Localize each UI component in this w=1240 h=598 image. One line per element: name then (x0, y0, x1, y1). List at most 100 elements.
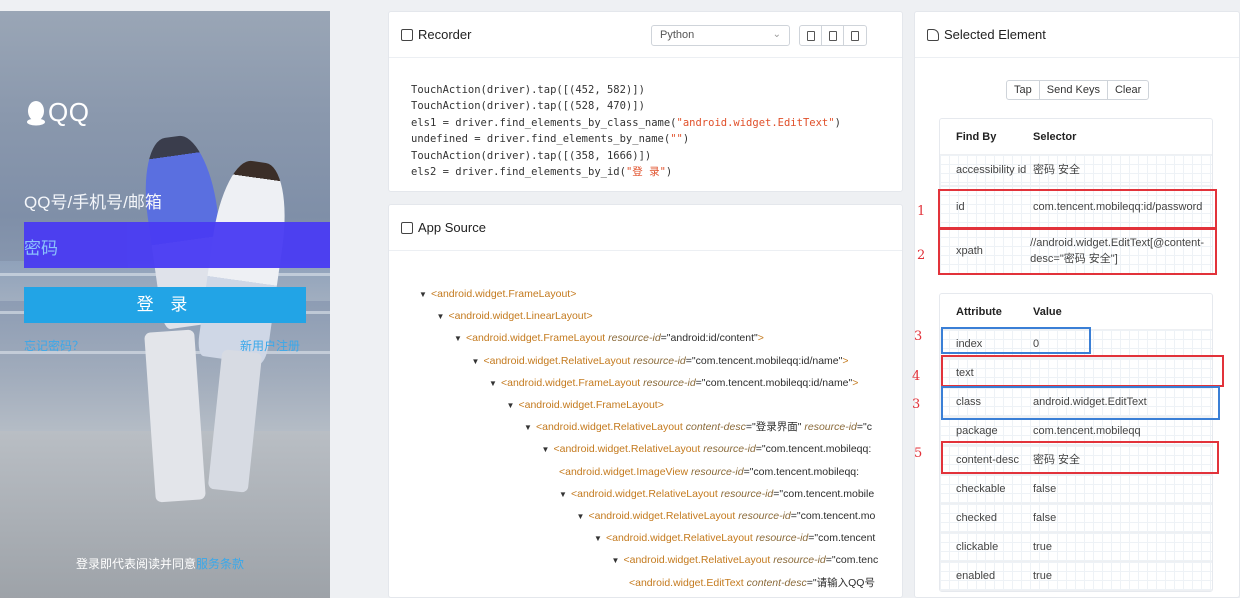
language-value: Python (660, 29, 695, 41)
table-row[interactable]: id com.tencent.mobileqq:id/password (940, 186, 1212, 228)
tap-button[interactable]: Tap (1007, 81, 1040, 99)
recorder-panel: Recorder Python ⌄ TouchAction(driver).ta… (388, 11, 903, 192)
tree-node[interactable]: ▼ <android.widget.RelativeLayout resource… (472, 352, 849, 370)
selected-element-panel: Selected Element Tap Send Keys Clear Fin… (914, 11, 1240, 598)
password-input[interactable]: 密码 (24, 222, 330, 268)
terms-link[interactable]: 服务条款 (196, 557, 244, 571)
table-header: Find By Selector (940, 119, 1212, 155)
table-row[interactable]: accessibility id 密码 安全 (940, 155, 1212, 186)
node-attr-value: ="com.tencent (808, 532, 876, 545)
header-cell: Find By (956, 130, 997, 143)
node-attr-name: resource-id (735, 510, 791, 522)
table-row[interactable]: checkable false (940, 475, 1212, 504)
row-key: checkable (956, 483, 1006, 495)
node-attr-value: ="请输入QQ号 (806, 576, 875, 589)
node-attr-value: ="android:id/content" (660, 332, 758, 345)
tree-node[interactable]: ▼ <android.widget.RelativeLayout resource… (594, 529, 875, 547)
tree-node[interactable]: ▼ <android.widget.FrameLayout> (507, 396, 664, 414)
node-tag: <android.widget.FrameLayout> (518, 399, 664, 411)
tree-node[interactable]: ▼ <android.widget.RelativeLayout resource… (559, 485, 874, 503)
caret-down-icon[interactable]: ▼ (437, 308, 449, 326)
table-row[interactable]: enabled true (940, 562, 1212, 591)
account-input[interactable]: QQ号/手机号/邮箱 (24, 188, 162, 213)
caret-down-icon[interactable]: ▼ (612, 552, 624, 570)
caret-down-icon[interactable]: ▼ (454, 330, 466, 348)
tree-node[interactable]: ▼ <android.widget.RelativeLayout resource… (577, 507, 876, 525)
clear-button[interactable]: Clear (1108, 81, 1148, 99)
node-attr-name: resource-id (752, 532, 809, 545)
language-select[interactable]: Python ⌄ (651, 25, 790, 46)
app-root: QQ QQ号/手机号/邮箱 密码 登 录 忘记密码？ 新用户注册 登录即代表阅读… (0, 0, 1240, 598)
node-attr-value: ="c (856, 421, 873, 434)
app-source-header: App Source (389, 205, 902, 251)
node-attr-value: ="com.tencent.mobileqq: (743, 465, 860, 478)
table-row[interactable]: class android.widget.EditText (940, 388, 1212, 417)
table-row[interactable]: content-desc 密码 安全 (940, 446, 1212, 475)
register-link[interactable]: 新用户注册 (240, 337, 300, 354)
row-value: true (1033, 570, 1052, 582)
tree-node[interactable]: ▼ <android.widget.FrameLayout> (419, 285, 576, 303)
caret-down-icon[interactable]: ▼ (419, 286, 431, 304)
caret-down-icon[interactable]: ▼ (524, 419, 536, 437)
forgot-password-link[interactable]: 忘记密码？ (24, 337, 84, 354)
code-line: els2 = driver.find_elements_by_id("登 录") (411, 164, 841, 180)
caret-down-icon[interactable]: ▼ (542, 441, 554, 459)
table-header: Attribute Value (940, 294, 1212, 330)
code-line: undefined = driver.find_elements_by_name… (411, 131, 841, 147)
row-value: false (1033, 512, 1057, 524)
app-source-title: App Source (418, 220, 486, 235)
copy-code-button[interactable] (822, 26, 844, 45)
tree-node[interactable]: ▼ <android.widget.RelativeLayout content-… (524, 418, 872, 436)
caret-down-icon[interactable]: ▼ (507, 397, 519, 415)
caret-down-icon[interactable]: ▼ (577, 508, 589, 526)
tree-node[interactable]: ▼ <android.widget.RelativeLayout resource… (612, 551, 879, 569)
tree-node[interactable]: <android.widget.EditText content-desc="请… (629, 574, 875, 592)
node-tag-end: > (842, 354, 849, 367)
tree-node[interactable]: ▼ <android.widget.FrameLayout resource-id… (489, 374, 858, 392)
row-key: id (956, 200, 965, 213)
toggle-boilerplate-button[interactable] (800, 26, 822, 45)
table-row[interactable]: index 0 (940, 330, 1212, 359)
table-row[interactable]: package com.tencent.mobileqq (940, 417, 1212, 446)
code-line: TouchAction(driver).tap([(528, 470)]) (411, 98, 841, 114)
node-attr-name: resource-id (688, 465, 744, 478)
qq-logo: QQ (26, 97, 89, 128)
node-tag: <android.widget.LinearLayout> (448, 310, 593, 323)
code-line: TouchAction(driver).tap([(358, 1666)]) (411, 148, 841, 164)
row-key: text (956, 367, 974, 379)
node-tag: <android.widget.RelativeLayout (623, 554, 771, 567)
node-attr-value: ="com.tencent.mobileqq:id/name" (685, 354, 843, 367)
table-row[interactable]: checked false (940, 504, 1212, 533)
node-tag: <android.widget.RelativeLayout (536, 421, 683, 434)
node-attr-name: resource-id (770, 554, 826, 567)
node-attr-name: resource-id (605, 332, 661, 345)
row-key: class (956, 396, 982, 408)
tree-node[interactable]: ▼ <android.widget.FrameLayout resource-id… (454, 329, 764, 347)
table-row[interactable]: clickable true (940, 533, 1212, 562)
node-attr-name: resource-id (630, 354, 686, 367)
trash-icon (851, 30, 859, 41)
caret-down-icon[interactable]: ▼ (594, 530, 606, 548)
tree-node[interactable]: ▼ <android.widget.LinearLayout> (437, 307, 593, 325)
login-button[interactable]: 登 录 (24, 287, 306, 323)
logo-text: QQ (48, 97, 90, 127)
copy-icon (828, 30, 837, 41)
caret-down-icon[interactable]: ▼ (489, 375, 501, 393)
table-row[interactable]: text (940, 359, 1212, 388)
code-text: els1 = driver.find_elements_by_class_nam… (411, 116, 677, 129)
caret-down-icon[interactable]: ▼ (559, 486, 571, 504)
clear-code-button[interactable] (844, 26, 866, 45)
tree-node[interactable]: ▼ <android.widget.RelativeLayout resource… (542, 440, 872, 458)
code-text: TouchAction(driver).tap([(452, 582)]) (411, 84, 645, 96)
row-value: //android.widget.EditText[@content-desc=… (1030, 236, 1204, 265)
recorded-code: TouchAction(driver).tap([(452, 582)]) Tou… (411, 82, 841, 180)
caret-down-icon[interactable]: ▼ (472, 353, 484, 371)
row-key: checked (956, 512, 997, 524)
boilerplate-icon (806, 30, 815, 41)
element-actions: Tap Send Keys Clear (1006, 80, 1150, 100)
table-row[interactable]: xpath //android.widget.EditText[@content-… (940, 228, 1212, 274)
header-cell: Value (1033, 305, 1062, 318)
device-screen[interactable]: QQ QQ号/手机号/邮箱 密码 登 录 忘记密码？ 新用户注册 登录即代表阅读… (0, 11, 330, 598)
tree-node[interactable]: <android.widget.ImageView resource-id="c… (559, 463, 859, 481)
send-keys-button[interactable]: Send Keys (1040, 81, 1108, 99)
